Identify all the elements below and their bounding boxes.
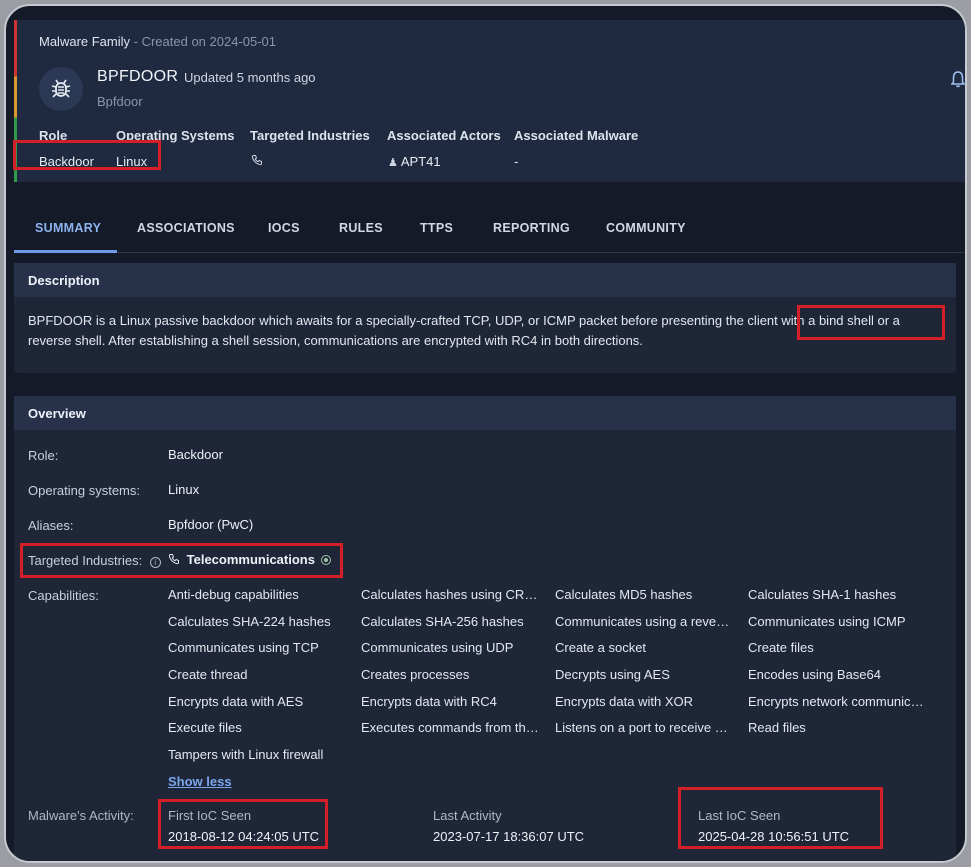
role-value: Backdoor (168, 447, 223, 462)
capability-item: Execute files (168, 720, 242, 735)
industries-label-row: Targeted Industries: i (28, 553, 161, 568)
tab-reporting[interactable]: REPORTING (493, 221, 570, 235)
capability-item: Encodes using Base64 (748, 667, 881, 682)
os-value: Linux (168, 482, 200, 497)
entity-title: BPFDOOR (97, 68, 179, 85)
phone-icon[interactable] (251, 154, 263, 169)
meta-role-label: Role (39, 128, 68, 143)
capability-item: Creates processes (361, 667, 470, 682)
capability-item: Calculates SHA-256 hashes (361, 614, 524, 629)
capability-item: Communicates using UDP (361, 640, 514, 655)
entity-header: Malware Family - Created on 2024-05-01 B… (14, 20, 965, 182)
capability-item: Encrypts data with AES (168, 694, 304, 709)
capability-item: Encrypts data with XOR (555, 694, 693, 709)
capability-item: Encrypts network communications (748, 694, 926, 709)
show-less-link[interactable]: Show less (168, 774, 232, 789)
aliases-label: Aliases: (28, 518, 74, 533)
capability-item: Calculates hashes using CRC32 (361, 587, 539, 602)
overview-heading: Overview (14, 396, 956, 430)
capability-item: Tampers with Linux firewall (168, 747, 324, 762)
entity-alias: Bpfdoor (97, 94, 143, 109)
spy-icon: ♟ (388, 157, 398, 169)
meta-actor-value: APT41 (400, 154, 441, 169)
meta-os-value: Linux (116, 154, 148, 169)
capability-item: Communicates using a reverse shell (555, 614, 733, 629)
active-tab-indicator (14, 250, 117, 253)
capabilities-label: Capabilities: (28, 588, 99, 603)
industry-pill[interactable]: Telecommunications (168, 552, 331, 568)
industry-value: Telecommunications (186, 552, 315, 567)
meta-actor-link[interactable]: ♟ APT41 (388, 154, 441, 169)
last-activity-value: 2023-07-17 18:36:07 UTC (433, 829, 585, 844)
capability-item: Create thread (168, 667, 248, 682)
bug-icon (39, 67, 83, 111)
last-activity-label: Last Activity (433, 808, 502, 823)
capability-item: Communicates using ICMP (748, 614, 906, 629)
capability-item: Anti-debug capabilities (168, 587, 299, 602)
app-window: Malware Family - Created on 2024-05-01 B… (4, 4, 967, 863)
breadcrumb: Malware Family - Created on 2024-05-01 (39, 34, 276, 49)
aliases-value: Bpfdoor (PwC) (168, 517, 254, 532)
info-icon[interactable]: i (149, 557, 161, 568)
updated-time: Updated 5 months ago (184, 70, 316, 85)
description-panel: Description BPFDOOR is a Linux passive b… (14, 263, 956, 373)
tab-bar: SUMMARY ASSOCIATIONS IOCS RULES TTPS REP… (14, 209, 965, 253)
first-ioc-label: First IoC Seen (168, 808, 252, 823)
capability-item: Create files (748, 640, 814, 655)
description-heading: Description (14, 263, 956, 297)
capability-item: Decrypts using AES (555, 667, 670, 682)
phone-icon (168, 553, 184, 568)
breadcrumb-created: - Created on 2024-05-01 (133, 34, 277, 49)
meta-malware-value: - (514, 154, 519, 169)
capability-item: Calculates SHA-1 hashes (748, 587, 897, 602)
meta-role-value: Backdoor (39, 154, 94, 169)
target-icon (320, 555, 331, 565)
last-ioc-value: 2025-04-28 10:56:51 UTC (698, 829, 850, 844)
capability-item: Calculates SHA-224 hashes (168, 614, 331, 629)
first-ioc-value: 2018-08-12 04:24:05 UTC (168, 829, 320, 844)
last-ioc-label: Last IoC Seen (698, 808, 781, 823)
meta-industries-label: Targeted Industries (250, 128, 370, 143)
role-label: Role: (28, 448, 59, 463)
capability-item: Encrypts data with RC4 (361, 694, 497, 709)
tab-ttps[interactable]: TTPS (420, 221, 453, 235)
bell-icon[interactable] (950, 70, 965, 93)
overview-panel: Overview Role: Backdoor Operating system… (14, 396, 956, 861)
meta-os-label: Operating Systems (116, 128, 235, 143)
meta-actors-label: Associated Actors (387, 128, 501, 143)
tab-summary[interactable]: SUMMARY (35, 221, 101, 235)
tab-community[interactable]: COMMUNITY (606, 221, 686, 235)
capability-item: Calculates MD5 hashes (555, 587, 693, 602)
breadcrumb-type[interactable]: Malware Family (39, 34, 130, 49)
capability-item: Create a socket (555, 640, 647, 655)
industries-label: Targeted Industries: (28, 553, 143, 568)
capability-item: Communicates using TCP (168, 640, 319, 655)
meta-malware-label: Associated Malware (514, 128, 639, 143)
tab-associations[interactable]: ASSOCIATIONS (137, 221, 235, 235)
activity-label: Malware's Activity: (28, 808, 134, 823)
description-text: BPFDOOR is a Linux passive backdoor whic… (28, 313, 900, 348)
capability-item: Listens on a port to receive connections (555, 720, 733, 735)
tab-rules[interactable]: RULES (339, 221, 383, 235)
capability-item: Executes commands from the shell (361, 720, 539, 735)
tab-iocs[interactable]: IOCS (268, 221, 300, 235)
capability-item: Read files (748, 720, 806, 735)
os-label: Operating systems: (28, 483, 140, 498)
